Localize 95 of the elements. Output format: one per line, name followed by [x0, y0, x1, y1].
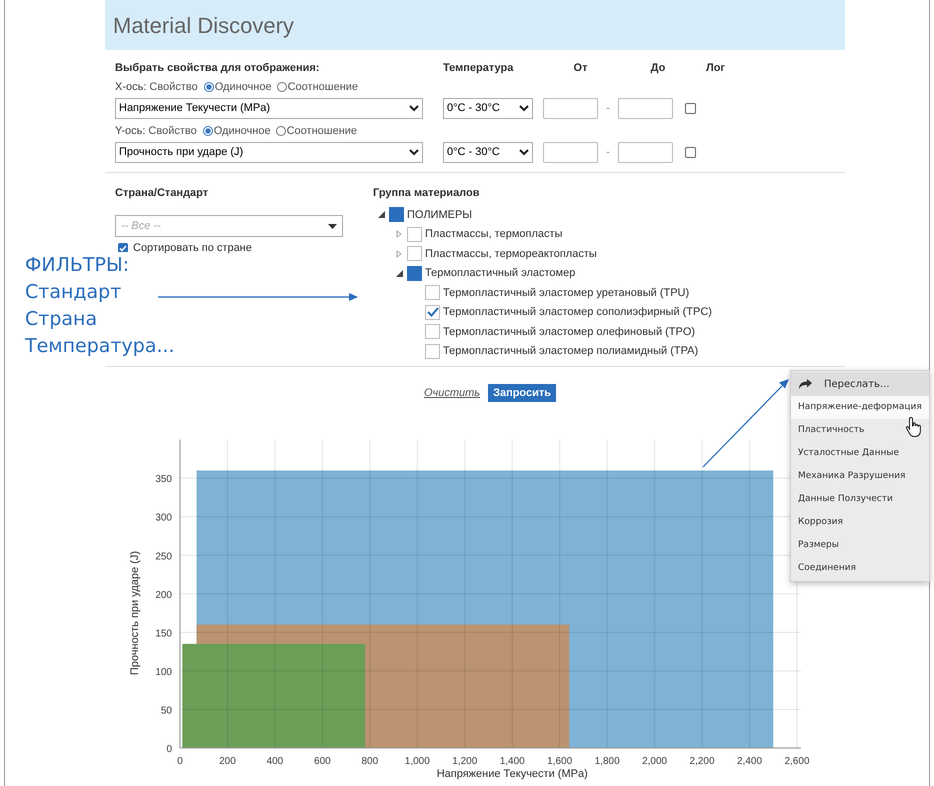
- menu-item[interactable]: Пластичность: [791, 419, 929, 442]
- tree-item-label[interactable]: Термопластичный эластомер полиамидный (TPA): [443, 343, 698, 360]
- radio-label[interactable]: Соотношение: [288, 78, 358, 96]
- collapsed-triangle-icon[interactable]: [396, 230, 402, 238]
- tree-item-label[interactable]: Термопластичный эластомер сополиэфирный (TPC): [443, 304, 712, 320]
- x-tick-label: 1,400: [500, 756, 525, 767]
- temperature-select[interactable]: 0°C - 30°C: [443, 98, 533, 118]
- radio-label[interactable]: Соотношение: [286, 122, 358, 140]
- axis-property-label: Свойство: [148, 124, 197, 139]
- dropdown-triangle-icon: [328, 224, 337, 228]
- x-tick-label: 2,600: [784, 756, 810, 767]
- share-arrow-icon: [799, 379, 812, 389]
- y-axis-title: Прочность при ударе (J): [129, 550, 141, 676]
- submit-button[interactable]: Запросить: [488, 384, 556, 402]
- menu-item[interactable]: Напряжение-деформация: [791, 396, 929, 419]
- menu-item[interactable]: Коррозия: [791, 511, 929, 534]
- y-tick-label: 200: [155, 590, 172, 601]
- menu-item[interactable]: Размеры: [791, 534, 929, 557]
- range-dash: -: [605, 146, 611, 160]
- x-tick-label: 200: [219, 756, 236, 767]
- sort-checkbox[interactable]: [118, 243, 128, 254]
- from-field[interactable]: [543, 142, 598, 162]
- radio-button[interactable]: [204, 82, 214, 92]
- y-tick-label: 300: [155, 512, 172, 524]
- column-heading: Лог: [704, 60, 726, 76]
- expanded-triangle-icon[interactable]: [396, 270, 402, 277]
- menu-header[interactable]: Переслать...: [791, 372, 929, 396]
- tree-checkbox[interactable]: [389, 207, 404, 222]
- y-tick-label: 50: [160, 705, 172, 716]
- y-tick-label: 150: [155, 628, 172, 640]
- tree-item-label[interactable]: Термопластичный эластомер уретановый (TPU): [443, 284, 690, 301]
- chevron-down-icon: [409, 148, 419, 156]
- property-select[interactable]: Напряжение Текучести (MPa): [115, 98, 423, 118]
- x-tick-label: 2,400: [737, 756, 762, 767]
- tree-checkbox[interactable]: [407, 266, 422, 281]
- tree-checkbox[interactable]: [425, 324, 440, 340]
- collapsed-triangle-icon[interactable]: [396, 250, 402, 258]
- x-tick-label: 0: [177, 756, 183, 767]
- tree-item-label[interactable]: Термопластичный эластомер: [425, 265, 576, 282]
- tree-item-label[interactable]: Пластмассы, термопласты: [425, 226, 562, 242]
- y-tick-label: 250: [155, 551, 172, 562]
- tree-item-label[interactable]: ПОЛИМЕРЫ: [407, 206, 472, 223]
- column-heading: От: [572, 60, 588, 76]
- menu-item[interactable]: Механика Разрушения: [791, 465, 929, 488]
- y-tick-label: 350: [155, 474, 172, 486]
- x-tick-label: 2,000: [642, 756, 668, 767]
- x-tick-label: 1,800: [594, 756, 620, 767]
- radio-button[interactable]: [276, 126, 286, 136]
- radio-button[interactable]: [276, 82, 287, 92]
- axis-property-label: Свойство: [149, 80, 198, 95]
- x-tick-label: 1,000: [404, 756, 430, 767]
- chevron-down-icon: [409, 104, 419, 112]
- to-field[interactable]: [618, 98, 673, 118]
- expanded-triangle-icon[interactable]: [378, 211, 384, 218]
- x-tick-label: 400: [266, 756, 284, 767]
- temperature-select[interactable]: 0°C - 30°C: [443, 142, 533, 162]
- y-tick-label: 100: [155, 666, 172, 678]
- x-tick-label: 2,200: [690, 756, 715, 767]
- menu-item[interactable]: Усталостные Данные: [791, 442, 929, 465]
- x-tick-label: 1,600: [547, 756, 572, 767]
- tree-item-label[interactable]: Пластмассы, термореактопласты: [425, 246, 597, 262]
- x-tick-label: 600: [314, 756, 331, 767]
- log-checkbox[interactable]: [685, 102, 696, 114]
- property-select[interactable]: Прочность при ударе (J): [115, 142, 423, 162]
- chevron-down-icon: [519, 148, 529, 156]
- x-tick-label: 800: [362, 756, 378, 767]
- section-heading: Страна/Стандарт: [115, 186, 210, 201]
- menu-item[interactable]: Соединения: [791, 557, 929, 580]
- x-axis-title: Напряжение Текучести (MPa): [436, 768, 588, 780]
- y-tick-label: 0: [166, 744, 172, 755]
- section-heading: Выбрать свойства для отображения:: [115, 60, 320, 76]
- axis-label: Y-ось:: [115, 124, 146, 139]
- sort-label[interactable]: Сортировать по стране: [133, 240, 252, 256]
- section-heading: Группа материалов: [373, 186, 481, 201]
- x-tick-label: 1,200: [452, 756, 478, 767]
- radio-label[interactable]: Одиночное: [214, 122, 271, 140]
- tree-checkbox[interactable]: [407, 246, 422, 262]
- range-dash: -: [605, 102, 611, 116]
- column-heading: До: [650, 60, 666, 76]
- hand-cursor-icon: [905, 416, 923, 438]
- log-checkbox[interactable]: [685, 146, 696, 158]
- tree-item-label[interactable]: Термопластичный эластомер олефиновый (TPO): [443, 324, 696, 340]
- column-heading: Температура: [443, 60, 514, 76]
- tree-checkbox[interactable]: [425, 285, 440, 300]
- axis-label: X-ось:: [115, 80, 146, 95]
- tree-checkbox[interactable]: [407, 226, 422, 242]
- to-field[interactable]: [618, 142, 673, 162]
- tree-checkbox[interactable]: [425, 344, 440, 359]
- clear-link[interactable]: Очистить: [424, 384, 480, 402]
- from-field[interactable]: [543, 98, 598, 118]
- radio-button[interactable]: [202, 126, 213, 136]
- chevron-down-icon: [519, 104, 529, 112]
- page-title: Material Discovery: [113, 12, 294, 40]
- menu-item[interactable]: Данные Ползучести: [791, 488, 929, 511]
- radio-label[interactable]: Одиночное: [214, 78, 272, 96]
